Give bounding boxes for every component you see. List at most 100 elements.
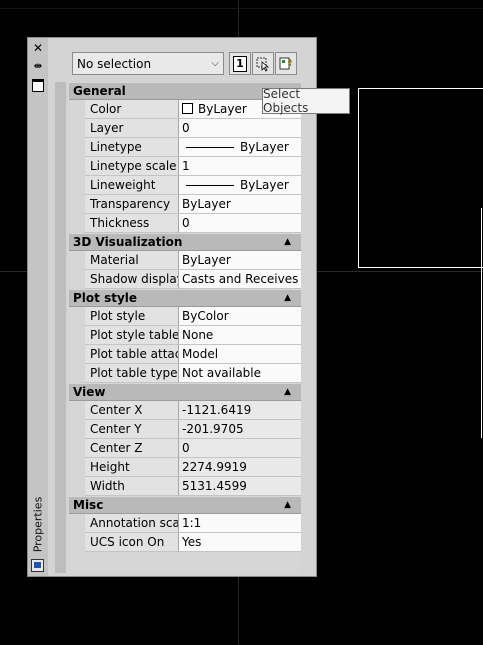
drawing-grid-line	[0, 8, 483, 9]
property-name: Center X	[85, 401, 179, 420]
property-value-text: ByLayer	[198, 102, 247, 116]
property-row[interactable]: Plot table type Not available	[85, 364, 301, 383]
property-value[interactable]: 1	[179, 157, 301, 176]
category-header[interactable]: View ▲	[69, 383, 301, 401]
property-name: Plot style table	[85, 326, 179, 345]
select-objects-button[interactable]	[252, 52, 274, 75]
property-value[interactable]: 1:1	[179, 514, 301, 533]
property-value[interactable]: ByLayer	[179, 176, 301, 195]
category-title: General	[73, 84, 126, 98]
property-row[interactable]: Plot style table None	[85, 326, 301, 345]
property-row[interactable]: Lineweight ByLayer	[85, 176, 301, 195]
property-value-text: ByColor	[182, 309, 229, 323]
property-value-text: ByLayer	[240, 140, 289, 154]
property-name: Thickness	[85, 214, 179, 233]
property-value-text: 2274.9919	[182, 460, 247, 474]
property-value[interactable]: ByLayer	[179, 138, 301, 157]
properties-grid: General▲ColorByLayerLayer0LinetypeByLaye…	[69, 82, 301, 573]
property-value: -1121.6419	[179, 401, 301, 420]
property-row[interactable]: UCS icon On Yes	[85, 533, 301, 552]
property-value-text: 0	[182, 121, 190, 135]
property-name: Plot table attac...	[85, 345, 179, 364]
pickadd-label: 1	[233, 55, 247, 72]
property-value-text: -1121.6419	[182, 403, 252, 417]
vertical-scrollbar[interactable]	[301, 82, 315, 573]
property-value: 0	[179, 439, 301, 458]
property-row[interactable]: Width 5131.4599	[85, 477, 301, 496]
property-value[interactable]: 0	[179, 119, 301, 138]
selection-dropdown[interactable]: No selection ⌵	[72, 52, 224, 75]
property-value[interactable]: Model	[179, 345, 301, 364]
property-row[interactable]: Layer 0	[85, 119, 301, 138]
select-objects-icon	[256, 57, 270, 72]
color-swatch-icon	[182, 103, 193, 114]
collapse-arrow-icon[interactable]: ▲	[284, 293, 291, 303]
property-value[interactable]: Casts and Receives ...	[179, 270, 301, 289]
collapse-arrow-icon[interactable]: ▲	[284, 237, 291, 247]
property-row[interactable]: Linetype scale 1	[85, 157, 301, 176]
property-row[interactable]: Thickness 0	[85, 214, 301, 233]
property-row[interactable]: Plot style ByColor	[85, 307, 301, 326]
category-header[interactable]: Misc ▲	[69, 496, 301, 514]
property-name: Height	[85, 458, 179, 477]
property-value-text: Yes	[182, 535, 202, 549]
tooltip: Select Objects	[262, 87, 350, 115]
property-name: UCS icon On	[85, 533, 179, 552]
property-value[interactable]: None	[179, 326, 301, 345]
category-title: View	[73, 385, 106, 399]
palette-title: Properties	[31, 496, 45, 552]
property-row[interactable]: Material ByLayer	[85, 251, 301, 270]
property-value: 5131.4599	[179, 477, 301, 496]
property-value-text: -201.9705	[182, 422, 244, 436]
property-value[interactable]: ByColor	[179, 307, 301, 326]
category-title: 3D Visualization	[73, 235, 183, 249]
property-row[interactable]: Annotation scale1:1	[85, 514, 301, 533]
collapse-arrow-icon[interactable]: ▲	[284, 387, 291, 397]
palette-inner-strip	[55, 82, 66, 573]
property-value-text: Casts and Receives ...	[182, 272, 301, 286]
property-name: Center Y	[85, 420, 179, 439]
property-row[interactable]: Center Y -201.9705	[85, 420, 301, 439]
property-name: Layer	[85, 119, 179, 138]
drawing-rectangle[interactable]	[358, 88, 483, 268]
property-value[interactable]: Yes	[179, 533, 301, 552]
auto-hide-icon[interactable]: ⇹	[30, 59, 46, 73]
property-value: 2274.9919	[179, 458, 301, 477]
property-value[interactable]: ByLayer	[179, 251, 301, 270]
properties-menu-icon[interactable]	[30, 78, 46, 92]
property-row[interactable]: Shadow display Casts and Receives ...	[85, 270, 301, 289]
palette-body: No selection ⌵ 1 General▲Colo	[48, 38, 316, 576]
property-row[interactable]: Center Z0	[85, 439, 301, 458]
property-value[interactable]: 0	[179, 214, 301, 233]
property-value: -201.9705	[179, 420, 301, 439]
property-row[interactable]: Center X -1121.6419	[85, 401, 301, 420]
property-row[interactable]: Linetype ByLayer	[85, 138, 301, 157]
property-value-text: 0	[182, 216, 190, 230]
category-header[interactable]: 3D Visualization ▲	[69, 233, 301, 251]
quick-select-button[interactable]	[275, 52, 297, 75]
property-row[interactable]: Transparency ByLayer	[85, 195, 301, 214]
property-name: Center Z	[85, 439, 179, 458]
property-row[interactable]: Plot table attac...Model	[85, 345, 301, 364]
property-row[interactable]: Height 2274.9919	[85, 458, 301, 477]
property-value-text: ByLayer	[182, 253, 231, 267]
property-name: Color	[85, 100, 179, 119]
category-header[interactable]: Plot style ▲	[69, 289, 301, 307]
close-icon[interactable]: ✕	[30, 41, 46, 55]
property-name: Transparency	[85, 195, 179, 214]
chevron-down-icon[interactable]: ⌵	[211, 58, 219, 69]
properties-palette: ✕ ⇹ Properties No selection ⌵ 1 General …	[27, 37, 317, 577]
property-name: Material	[85, 251, 179, 270]
property-value-text: Not available	[182, 366, 262, 380]
property-value-text: 1	[182, 159, 190, 173]
property-name: Plot table type	[85, 364, 179, 383]
property-value[interactable]: ByLayer	[179, 195, 301, 214]
property-value-text: Model	[182, 347, 219, 361]
palette-title-bar[interactable]: ✕ ⇹ Properties	[28, 38, 49, 576]
property-value[interactable]: Not available	[179, 364, 301, 383]
tooltip-text: Select Objects	[263, 87, 309, 115]
line-preview-icon	[186, 185, 234, 186]
property-name: Linetype	[85, 138, 179, 157]
collapse-arrow-icon[interactable]: ▲	[284, 500, 291, 510]
toggle-pickadd-button[interactable]: 1	[229, 52, 251, 75]
